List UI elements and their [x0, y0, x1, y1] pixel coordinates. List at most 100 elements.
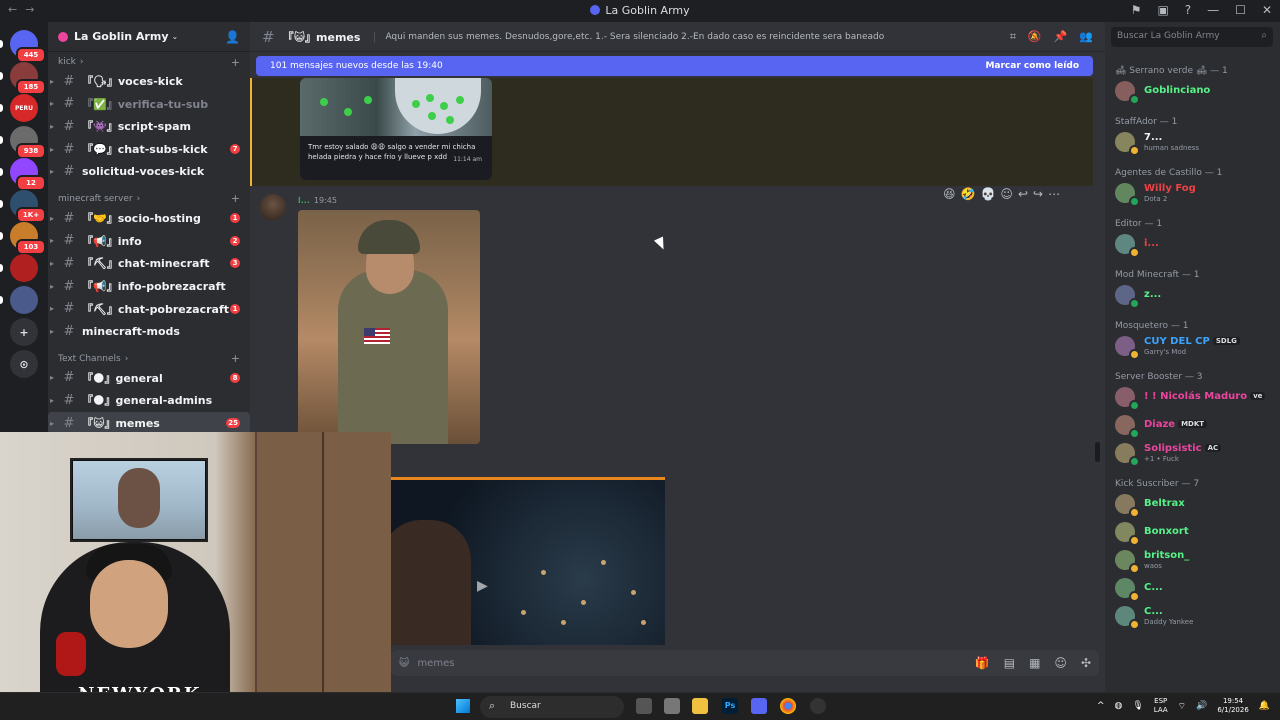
invite-icon[interactable]: 👤 [225, 30, 240, 44]
channel-category[interactable]: minecraft server › + [48, 191, 250, 207]
channel-item[interactable]: ▸ # 『🗣』voces-kick [48, 70, 250, 93]
member-activity: Dota 2 [1144, 195, 1168, 203]
mic-icon[interactable]: 🎙 [1132, 701, 1143, 711]
folder-icon[interactable] [692, 698, 708, 714]
start-button[interactable] [456, 699, 470, 713]
new-messages-bar[interactable]: 101 mensajes nuevos desde las 19:40 Marc… [256, 56, 1093, 76]
channel-item[interactable]: ▸ # 『🌑』general-admins [48, 389, 250, 412]
chrome-icon[interactable] [780, 698, 796, 714]
help-icon[interactable]: ? [1185, 3, 1191, 17]
clock[interactable]: 19:54 6/1/2026 [1217, 697, 1248, 715]
soldier-image[interactable] [298, 210, 480, 444]
add-server-icon[interactable]: + [10, 318, 38, 346]
close-button[interactable]: ✕ [1262, 3, 1272, 17]
channel-item[interactable]: ▸ # 『😺』memes 25 [48, 411, 250, 432]
screen-icon[interactable]: ▣ [1157, 3, 1168, 17]
hash-icon: # [262, 27, 275, 46]
server-icon[interactable] [10, 254, 38, 282]
channel-item[interactable]: ▸ # 『⛏』chat-pobrezacraft 1 [48, 297, 250, 320]
gift-icon[interactable]: 🎁 [975, 656, 990, 670]
members-icon[interactable]: 👥 [1079, 30, 1093, 44]
member-item[interactable]: Bonxort [1115, 520, 1275, 546]
add-channel-icon[interactable]: + [231, 56, 240, 69]
skull-emoji-icon[interactable]: 💀 [980, 187, 995, 201]
channel-item[interactable]: ▸ # 『📢』info-pobrezacraft [48, 275, 250, 298]
maximize-button[interactable]: ☐ [1235, 3, 1246, 17]
play-icon[interactable]: ▶ [477, 578, 488, 594]
channel-item[interactable]: ▸ # 『⛏』chat-minecraft 3 [48, 252, 250, 275]
wifi-icon[interactable]: ⌔ [1178, 701, 1186, 712]
discord-icon[interactable] [751, 698, 767, 714]
channel-item[interactable]: ▸ # 『✅』verifica-tu-sub [48, 93, 250, 116]
reply-icon[interactable]: ↩ [1018, 187, 1028, 201]
apps-icon[interactable]: ✣ [1081, 656, 1091, 670]
forward-icon[interactable]: ↪ [1033, 187, 1043, 201]
server-header[interactable]: La Goblin Army ⌄ 👤 [48, 22, 250, 52]
member-item[interactable]: Goblinciano [1115, 79, 1275, 105]
emoji-icon[interactable]: ☺ [1054, 656, 1067, 670]
member-item[interactable]: C... [1115, 576, 1275, 602]
message-composer[interactable]: 😺 memes 🎁 ▤ ▦ ☺ ✣ [391, 650, 1099, 676]
obs-icon[interactable] [810, 698, 826, 714]
pin-icon[interactable]: 📌 [1054, 30, 1068, 44]
volume-icon[interactable]: 🔊 [1196, 701, 1207, 711]
more-icon[interactable]: ⋯ [1048, 187, 1060, 201]
mention-badge: 2 [230, 235, 240, 246]
member-item[interactable]: 7... human sadness [1115, 130, 1275, 156]
member-item[interactable]: ! ! Nicolás Maduro ve [1115, 385, 1275, 411]
laugh-emoji-icon[interactable]: 😆 [943, 187, 956, 201]
member-item[interactable]: CUY DEL CP SDLG Garry's Mod [1115, 334, 1275, 360]
unread-badge: 103 [16, 239, 46, 255]
channel-category[interactable]: kick › + [48, 54, 250, 70]
embedded-image[interactable]: Tmr estoy salado 😩😩 salgo a vender mi ch… [300, 78, 492, 180]
notification-icon[interactable]: 🔔 [1259, 701, 1270, 711]
mark-read-button[interactable]: Marcar como leído [985, 61, 1079, 71]
member-item[interactable]: Willy Fog Dota 2 [1115, 181, 1275, 207]
member-item[interactable]: Solipsistic AC +1 • Fuck [1115, 441, 1275, 467]
channel-header: # 『😺』memes Aqui manden sus memes. Desnud… [250, 22, 1105, 52]
video-embed[interactable]: ▶ [391, 477, 665, 645]
rofl-emoji-icon[interactable]: 🤣 [961, 187, 976, 201]
server-icon[interactable] [10, 286, 38, 314]
channel-topic[interactable]: Aqui manden sus memes. Desnudos,gore,etc… [374, 31, 884, 42]
member-item[interactable]: C... Daddy Yankee [1115, 604, 1275, 630]
chevron-up-icon[interactable]: ^ [1097, 701, 1105, 711]
message-username[interactable]: l... [298, 196, 310, 205]
channel-item[interactable]: ▸ # 『🌑』general 8 [48, 367, 250, 390]
member-item[interactable]: i... [1115, 232, 1275, 258]
channel-item[interactable]: ▸ # 『👾』script-spam [48, 115, 250, 138]
member-item[interactable]: britson_ waos [1115, 548, 1275, 574]
threads-icon[interactable]: ⌗ [1010, 30, 1016, 44]
network-icon[interactable]: ◍ [1115, 701, 1123, 711]
scrollbar[interactable] [1095, 442, 1100, 462]
member-item[interactable]: Beltrax [1115, 492, 1275, 518]
gif-icon[interactable]: ▤ [1004, 656, 1015, 670]
task-view-icon[interactable] [636, 698, 652, 714]
member-item[interactable]: z... [1115, 283, 1275, 309]
member-group-header: Agentes de Castillo — 1 [1115, 168, 1223, 178]
channel-category[interactable]: Text Channels › + [48, 351, 250, 367]
server-icon[interactable]: PERU [10, 94, 38, 122]
notes-icon[interactable] [664, 698, 680, 714]
channel-item[interactable]: ▸ # 『📢』info 2 [48, 230, 250, 253]
taskbar-search[interactable]: ⌕ Buscar [480, 696, 624, 718]
channel-item[interactable]: ▸ # solicitud-voces-kick [48, 160, 250, 183]
channel-item[interactable]: ▸ # 『💬』chat-subs-kick 7 [48, 138, 250, 161]
discover-icon[interactable]: ⊙ [10, 350, 38, 378]
channel-item[interactable]: ▸ # minecraft-mods [48, 320, 250, 343]
member-item[interactable]: Diaze MDKT [1115, 413, 1275, 439]
sticker-icon[interactable]: ▦ [1029, 656, 1040, 670]
mute-icon[interactable]: 🔕 [1028, 30, 1042, 44]
channel-item[interactable]: ▸ # 『🤝』socio-hosting 1 [48, 207, 250, 230]
language-indicator[interactable]: ESP LAA [1154, 697, 1168, 715]
add-channel-icon[interactable]: + [231, 192, 240, 205]
unread-dot-icon: ▸ [50, 144, 55, 154]
inbox-icon[interactable]: ⚑ [1131, 3, 1142, 17]
add-channel-icon[interactable]: + [231, 352, 240, 365]
add-reaction-icon[interactable]: ☺ [1000, 187, 1013, 201]
avatar[interactable] [260, 194, 286, 220]
unread-dot-icon: ▸ [50, 326, 55, 336]
search-input[interactable]: Buscar La Goblin Army ⌕ [1111, 27, 1273, 47]
minimize-button[interactable]: — [1207, 3, 1219, 17]
photoshop-icon[interactable]: Ps [722, 698, 738, 714]
